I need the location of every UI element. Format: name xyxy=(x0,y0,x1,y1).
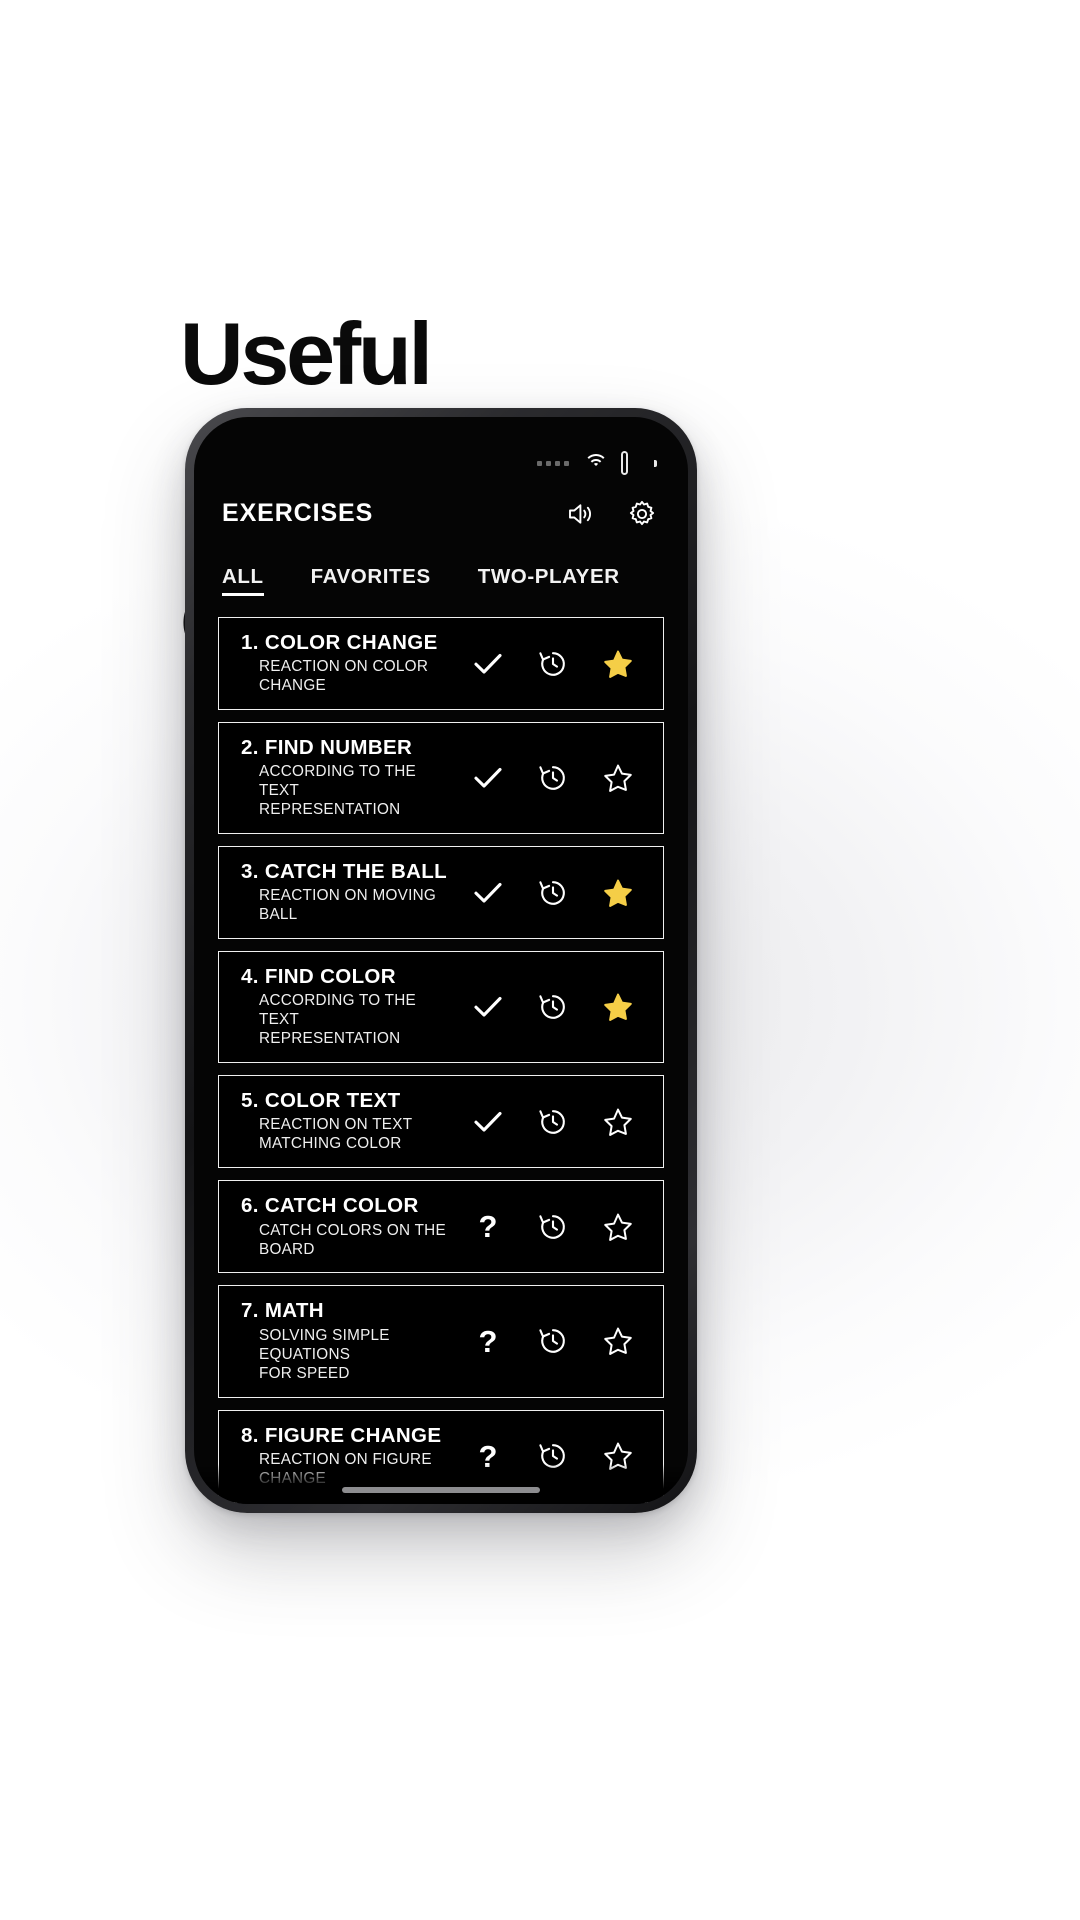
history-icon[interactable] xyxy=(528,639,578,689)
exercise-text: 5. COLOR TEXT REACTION ON TEXT MATCHING C… xyxy=(241,1089,463,1154)
star-icon[interactable] xyxy=(593,1431,643,1481)
exercise-title: 2. FIND NUMBER xyxy=(241,736,413,760)
exercise-subtitle: REACTION ON FIGURE CHANGE xyxy=(259,1450,432,1487)
star-icon[interactable] xyxy=(593,639,643,689)
status-bar xyxy=(194,417,688,487)
check-icon[interactable] xyxy=(463,982,513,1032)
exercise-list[interactable]: 1. COLOR CHANGE REACTION ON COLOR CHANGE 2… xyxy=(218,617,664,1504)
exercise-text: 7. MATH SOLVING SIMPLE EQUATIONS FOR SPEE… xyxy=(241,1299,463,1383)
exercise-actions xyxy=(463,753,643,803)
exercise-card[interactable]: 1. COLOR CHANGE REACTION ON COLOR CHANGE xyxy=(218,617,664,711)
exercise-actions xyxy=(463,639,643,689)
exercise-actions: ? xyxy=(463,1431,643,1481)
exercise-title: 8. FIGURE CHANGE xyxy=(241,1423,442,1447)
tab-all[interactable]: ALL xyxy=(222,565,264,596)
exercise-title: 4. FIND COLOR xyxy=(241,965,396,989)
header-actions xyxy=(566,500,656,528)
check-icon[interactable] xyxy=(463,1097,513,1147)
home-indicator[interactable] xyxy=(342,1487,540,1493)
headline-line-1: Useful xyxy=(180,304,433,404)
exercise-actions: ? xyxy=(463,1316,643,1366)
app-header: EXERCISES xyxy=(194,499,688,528)
exercise-title: 7. MATH xyxy=(241,1299,324,1323)
exercise-subtitle: REACTION ON TEXT MATCHING COLOR xyxy=(259,1116,413,1153)
tab-bar: ALL FAVORITES TWO-PLAYER xyxy=(222,565,668,596)
exercise-card[interactable]: 3. CATCH THE BALL REACTION ON MOVING BALL xyxy=(218,846,664,940)
star-icon[interactable] xyxy=(593,753,643,803)
question-mark-icon[interactable]: ? xyxy=(463,1202,513,1252)
exercise-text: 2. FIND NUMBER ACCORDING TO THE TEXT REPR… xyxy=(241,736,463,820)
exercise-card[interactable]: 5. COLOR TEXT REACTION ON TEXT MATCHING C… xyxy=(218,1075,664,1169)
star-icon[interactable] xyxy=(593,1316,643,1366)
check-icon[interactable] xyxy=(463,753,513,803)
exercise-subtitle: ACCORDING TO THE TEXT REPRESENTATION xyxy=(259,763,416,819)
exercise-title: 1. COLOR CHANGE xyxy=(241,631,438,654)
tab-favorites[interactable]: FAVORITES xyxy=(311,565,431,596)
exercise-subtitle: SOLVING SIMPLE EQUATIONS FOR SPEED xyxy=(259,1326,390,1382)
exercise-actions: ? xyxy=(463,1202,643,1252)
exercise-card[interactable]: 7. MATH SOLVING SIMPLE EQUATIONS FOR SPEE… xyxy=(218,1285,664,1398)
exercise-text: 1. COLOR CHANGE REACTION ON COLOR CHANGE xyxy=(241,631,463,696)
exercise-actions xyxy=(463,1097,643,1147)
app-title: EXERCISES xyxy=(222,499,374,527)
exercise-title: 3. CATCH THE BALL xyxy=(241,860,448,884)
star-icon[interactable] xyxy=(593,1202,643,1252)
history-icon[interactable] xyxy=(528,982,578,1032)
history-icon[interactable] xyxy=(528,1202,578,1252)
signal-dots-icon xyxy=(537,460,569,466)
check-icon[interactable] xyxy=(463,868,513,918)
phone-mockup: EXERCISES ALL FAVORITES TWO-PLAYER 1. CO… xyxy=(185,408,697,1513)
exercise-text: 6. CATCH COLOR CATCH COLORS ON THE BOARD xyxy=(241,1194,463,1259)
exercise-title: 5. COLOR TEXT xyxy=(241,1089,401,1113)
exercise-card[interactable]: 4. FIND COLOR ACCORDING TO THE TEXT REPRE… xyxy=(218,951,664,1064)
star-icon[interactable] xyxy=(593,982,643,1032)
exercise-text: 8. FIGURE CHANGE REACTION ON FIGURE CHANG… xyxy=(241,1424,463,1489)
volume-icon[interactable] xyxy=(566,501,594,527)
battery-full-icon xyxy=(621,450,657,476)
question-mark-icon[interactable]: ? xyxy=(463,1431,513,1481)
star-icon[interactable] xyxy=(593,868,643,918)
history-icon[interactable] xyxy=(528,1097,578,1147)
exercise-actions xyxy=(463,982,643,1032)
phone-screen: EXERCISES ALL FAVORITES TWO-PLAYER 1. CO… xyxy=(194,417,688,1504)
exercise-subtitle: REACTION ON MOVING BALL xyxy=(259,887,437,924)
history-icon[interactable] xyxy=(528,1431,578,1481)
exercise-title: 6. CATCH COLOR xyxy=(241,1194,419,1218)
promo-page: Useful exercises. EXERCISES xyxy=(0,0,1080,1920)
exercise-subtitle: REACTION ON COLOR CHANGE xyxy=(259,658,429,695)
tab-two-player[interactable]: TWO-PLAYER xyxy=(478,565,620,596)
star-icon[interactable] xyxy=(593,1097,643,1147)
history-icon[interactable] xyxy=(528,753,578,803)
history-icon[interactable] xyxy=(528,868,578,918)
history-icon[interactable] xyxy=(528,1316,578,1366)
gear-icon[interactable] xyxy=(628,500,656,528)
exercise-subtitle: ACCORDING TO THE TEXT REPRESENTATION xyxy=(259,992,416,1048)
wifi-icon xyxy=(584,454,608,472)
exercise-card[interactable]: 2. FIND NUMBER ACCORDING TO THE TEXT REPR… xyxy=(218,722,664,835)
exercise-text: 4. FIND COLOR ACCORDING TO THE TEXT REPRE… xyxy=(241,965,463,1049)
exercise-actions xyxy=(463,868,643,918)
question-mark-icon[interactable]: ? xyxy=(463,1316,513,1366)
exercise-card[interactable]: 6. CATCH COLOR CATCH COLORS ON THE BOARD? xyxy=(218,1180,664,1274)
check-icon[interactable] xyxy=(463,639,513,689)
exercise-subtitle: CATCH COLORS ON THE BOARD xyxy=(259,1221,446,1258)
exercise-text: 3. CATCH THE BALL REACTION ON MOVING BALL xyxy=(241,860,463,925)
